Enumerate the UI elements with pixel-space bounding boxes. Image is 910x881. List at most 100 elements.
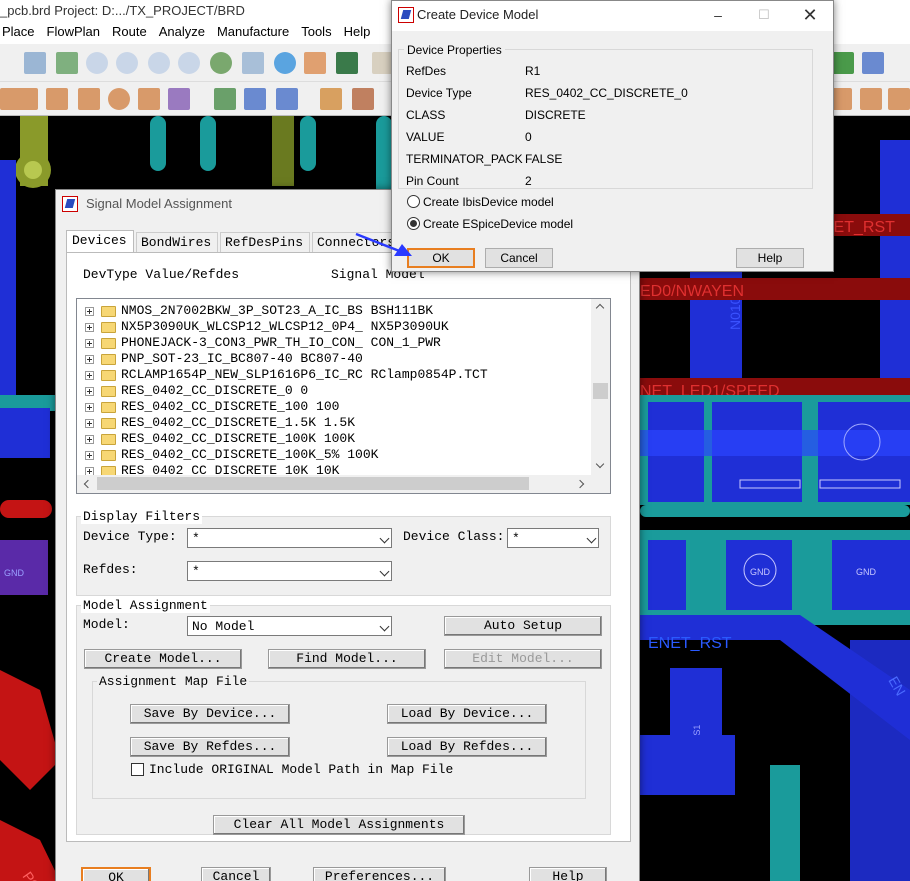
horizontal-scrollbar[interactable] (77, 475, 610, 493)
device-tree-rows: NMOS_2N7002BKW_3P_SOT23_A_IC_BS BSH111BK… (77, 303, 589, 479)
expand-icon[interactable] (85, 387, 94, 396)
zoom-world-icon[interactable] (210, 52, 232, 74)
export-icon[interactable] (352, 88, 374, 110)
menu-help[interactable]: Help (344, 24, 371, 39)
shape-square-icon[interactable] (78, 88, 100, 110)
save-by-refdes-button[interactable]: Save By Refdes... (130, 737, 290, 757)
list-item[interactable]: NX5P3090UK_WLCSP12_WLCSP12_0P4_ NX5P3090… (77, 319, 589, 335)
list-item[interactable]: RCLAMP1654P_NEW_SLP1616P6_IC_RC RClamp08… (77, 367, 589, 383)
folder-icon (101, 434, 116, 445)
zoom-in-icon[interactable] (148, 52, 170, 74)
include-original-checkbox[interactable] (131, 763, 144, 776)
create-model-button[interactable]: Create Model... (84, 649, 242, 669)
expand-icon[interactable] (85, 339, 94, 348)
toolbar-last-icon[interactable] (888, 88, 910, 110)
menu-analyze[interactable]: Analyze (159, 24, 205, 39)
vertical-scrollbar[interactable] (591, 299, 610, 475)
edit-model-button[interactable]: Edit Model... (444, 649, 602, 669)
toolbar-net-icon[interactable] (862, 52, 884, 74)
device-tree-list[interactable]: NMOS_2N7002BKW_3P_SOT23_A_IC_BS BSH111BK… (76, 298, 611, 494)
devices-tab-panel: DevType Value/Refdes Signal Model NMOS_2… (66, 252, 631, 842)
menu-manufacture[interactable]: Manufacture (217, 24, 289, 39)
create-help-button[interactable]: Help (736, 248, 804, 268)
find-model-button[interactable]: Find Model... (268, 649, 426, 669)
auto-setup-button[interactable]: Auto Setup (444, 616, 602, 636)
scroll-up-icon[interactable] (595, 303, 605, 313)
zoom-fit-icon[interactable] (86, 52, 108, 74)
expand-icon[interactable] (85, 371, 94, 380)
menu-route[interactable]: Route (112, 24, 147, 39)
refdes-select[interactable]: * (187, 561, 392, 581)
dimension-h-icon[interactable] (276, 88, 298, 110)
tab-bondwires[interactable]: BondWires (136, 232, 218, 252)
model-select[interactable]: No Model (187, 616, 392, 636)
shape-poly-icon[interactable] (138, 88, 160, 110)
menu-flowplan[interactable]: FlowPlan (47, 24, 100, 39)
prop-name-value: VALUE (406, 130, 445, 144)
list-item[interactable]: RES_0402_CC_DISCRETE_100K_5% 100K (77, 447, 589, 463)
device-class-label: Device Class: (403, 529, 505, 544)
refdes-value: * (192, 564, 200, 579)
scroll-right-icon[interactable] (575, 479, 585, 489)
chevron-down-icon (586, 533, 597, 544)
scroll-down-icon[interactable] (595, 459, 605, 469)
shape-rect-icon[interactable] (16, 88, 38, 110)
list-item[interactable]: RES_0402_CC_DISCRETE_0 0 (77, 383, 589, 399)
expand-icon[interactable] (85, 451, 94, 460)
zoom-points-icon[interactable] (116, 52, 138, 74)
menu-tools[interactable]: Tools (301, 24, 331, 39)
folder-icon (101, 354, 116, 365)
expand-icon[interactable] (85, 435, 94, 444)
layers-icon[interactable] (56, 52, 78, 74)
tab-refdespins[interactable]: RefDesPins (220, 232, 310, 252)
odb-icon[interactable] (320, 88, 342, 110)
maximize-icon[interactable]: ☐ (741, 1, 787, 31)
list-item[interactable]: NMOS_2N7002BKW_3P_SOT23_A_IC_BS BSH111BK (77, 303, 589, 319)
minimize-icon[interactable]: – (695, 1, 741, 31)
expand-icon[interactable] (85, 403, 94, 412)
shape-circle-icon[interactable] (108, 88, 130, 110)
load-by-device-button[interactable]: Load By Device... (387, 704, 547, 724)
signal-help-button[interactable]: Help (529, 867, 607, 881)
dimension-v-icon[interactable] (244, 88, 266, 110)
expand-icon[interactable] (85, 355, 94, 364)
horizontal-scroll-thumb[interactable] (97, 477, 529, 490)
vertical-scroll-thumb[interactable] (593, 383, 608, 399)
close-icon[interactable]: ✕ (787, 1, 833, 31)
list-item[interactable]: RES_0402_CC_DISCRETE_1.5K 1.5K (77, 415, 589, 431)
device-type-select[interactable]: * (187, 528, 392, 548)
signal-ok-button[interactable]: OK (81, 867, 151, 881)
menu-place[interactable]: Place (2, 24, 35, 39)
signal-cancel-button[interactable]: Cancel (201, 867, 271, 881)
expand-icon[interactable] (85, 307, 94, 316)
toolbar-close-shape-icon[interactable] (860, 88, 882, 110)
expand-icon[interactable] (85, 323, 94, 332)
ibis-model-radio[interactable] (407, 195, 420, 208)
via-icon[interactable] (214, 88, 236, 110)
toolbar-x-icon[interactable] (832, 52, 854, 74)
save-by-device-button[interactable]: Save By Device... (130, 704, 290, 724)
tab-devices[interactable]: Devices (66, 230, 134, 252)
device-label: PNP_SOT-23_IC_BC807-40 BC807-40 (121, 351, 363, 366)
device-class-select[interactable]: * (507, 528, 599, 548)
list-item[interactable]: RES_0402_CC_DISCRETE_100 100 (77, 399, 589, 415)
redraw-icon[interactable] (274, 52, 296, 74)
scroll-left-icon[interactable] (83, 479, 93, 489)
create-cancel-button[interactable]: Cancel (485, 248, 553, 268)
list-item[interactable]: PNP_SOT-23_IC_BC807-40 BC807-40 (77, 351, 589, 367)
model-value: No Model (192, 619, 255, 634)
clear-all-assignments-button[interactable]: Clear All Model Assignments (213, 815, 465, 835)
preferences-button[interactable]: Preferences... (313, 867, 446, 881)
chevron-down-icon (379, 621, 390, 632)
shape-round-icon[interactable] (46, 88, 68, 110)
list-item[interactable]: RES_0402_CC_DISCRETE_100K 100K (77, 431, 589, 447)
list-item[interactable]: PHONEJACK-3_CON3_PWR_TH_IO_CON_ CON_1_PW… (77, 335, 589, 351)
zoom-prev-icon[interactable] (242, 52, 264, 74)
3d-view-icon[interactable] (304, 52, 326, 74)
stack-icon[interactable] (168, 88, 190, 110)
zoom-out-icon[interactable] (178, 52, 200, 74)
expand-icon[interactable] (85, 419, 94, 428)
flip-icon[interactable] (336, 52, 358, 74)
grid-icon[interactable] (24, 52, 46, 74)
load-by-refdes-button[interactable]: Load By Refdes... (387, 737, 547, 757)
